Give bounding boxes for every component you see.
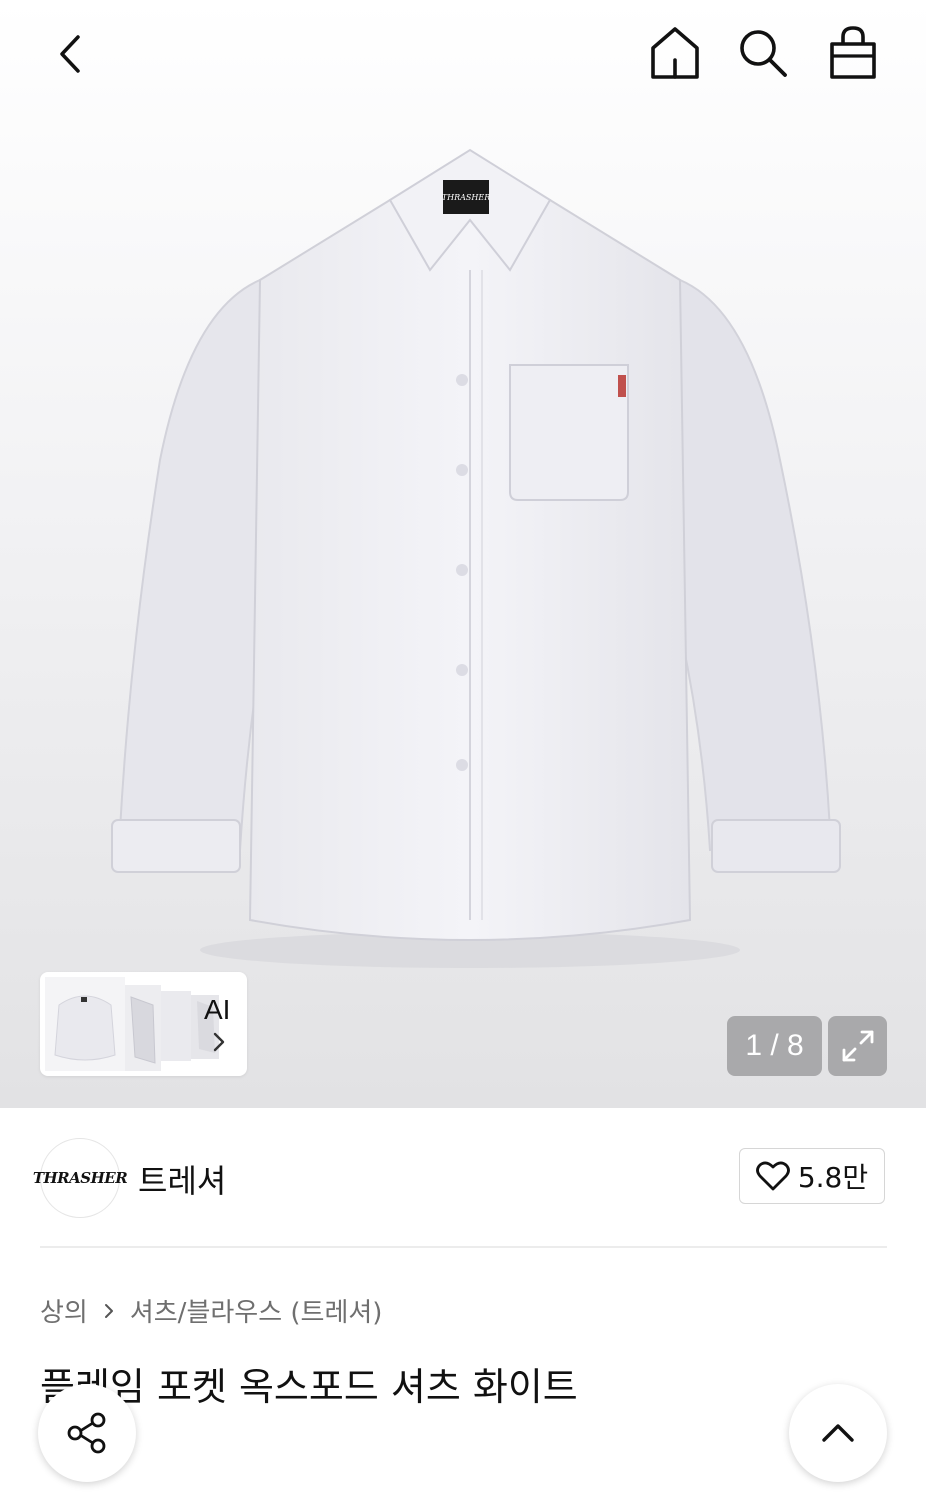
like-count: 5.8만	[797, 1161, 869, 1194]
breadcrumb-subcategory[interactable]: 셔츠/블라우스 (트레셔)	[130, 1292, 383, 1329]
chevron-right-icon	[104, 1303, 113, 1318]
breadcrumb: 상의 셔츠/블라우스 (트레셔)	[40, 1292, 382, 1329]
like-button[interactable]: 5.8만	[739, 1148, 885, 1204]
product-gallery[interactable]: THRASHER AI 1 / 8	[0, 0, 926, 1108]
expand-icon	[842, 1030, 873, 1062]
bag-icon	[830, 26, 876, 79]
chevron-up-icon	[822, 1424, 854, 1442]
divider	[40, 1246, 887, 1248]
breadcrumb-category[interactable]: 상의	[40, 1292, 88, 1329]
heart-icon	[755, 1161, 790, 1191]
brand-logo-text: THRASHER	[32, 1169, 128, 1187]
search-button[interactable]	[732, 22, 794, 84]
brand-logo[interactable]: THRASHER	[33, 1138, 128, 1218]
home-icon	[651, 27, 699, 79]
back-button[interactable]	[40, 24, 100, 84]
fullscreen-button[interactable]	[828, 1016, 887, 1076]
back-icon	[60, 35, 80, 73]
image-page-counter: 1 / 8	[727, 1016, 822, 1076]
svg-text:THRASHER: THRASHER	[442, 193, 490, 202]
brand-name-link[interactable]: 트레셔	[138, 1156, 226, 1202]
scroll-to-top-button[interactable]	[789, 1384, 887, 1482]
share-icon	[67, 1412, 106, 1454]
share-button[interactable]	[38, 1384, 136, 1482]
thumbnail-strip	[45, 977, 219, 1071]
search-icon	[740, 30, 787, 77]
ai-label: AI	[204, 994, 231, 1025]
home-button[interactable]	[644, 22, 706, 84]
chevron-right-icon	[213, 1032, 225, 1052]
product-image-shirt: THRASHER	[111, 148, 841, 968]
shopping-bag-button[interactable]	[822, 22, 884, 84]
